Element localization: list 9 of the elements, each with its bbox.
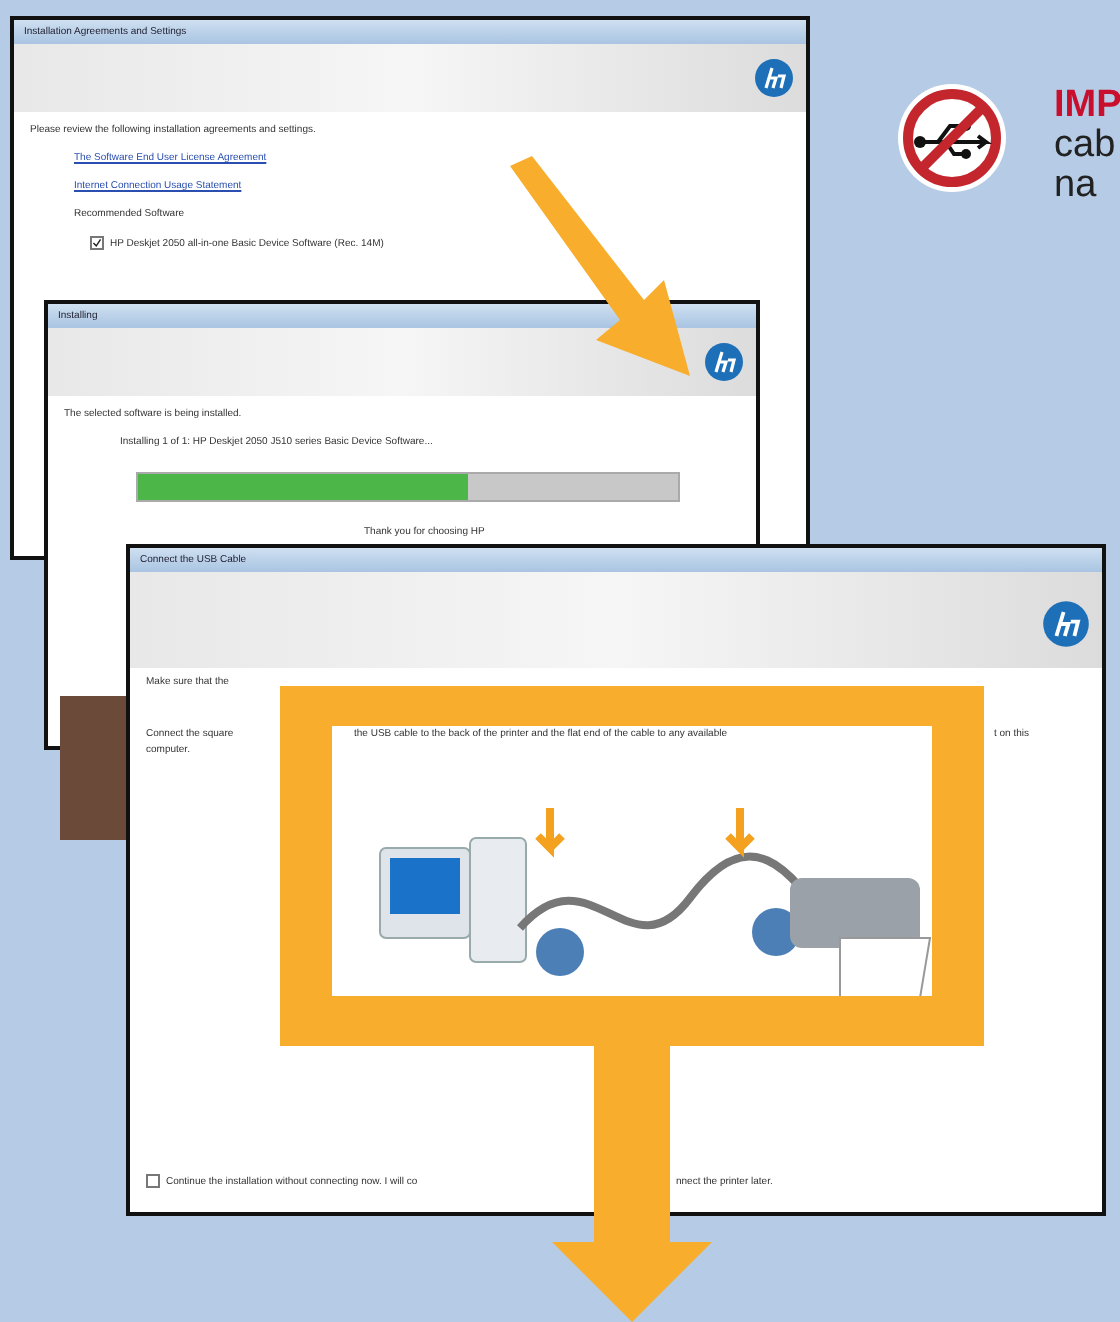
logo-icon xyxy=(754,58,794,98)
warning-heading: IMP xyxy=(1054,84,1120,128)
logo-icon xyxy=(704,342,744,382)
warning-text: na xyxy=(1054,164,1097,208)
no-usb-icon xyxy=(894,80,1010,196)
warning-text: cab xyxy=(1054,124,1116,168)
checkbox[interactable] xyxy=(146,1174,160,1188)
checkbox[interactable] xyxy=(90,236,104,250)
logo-icon xyxy=(1042,600,1090,648)
